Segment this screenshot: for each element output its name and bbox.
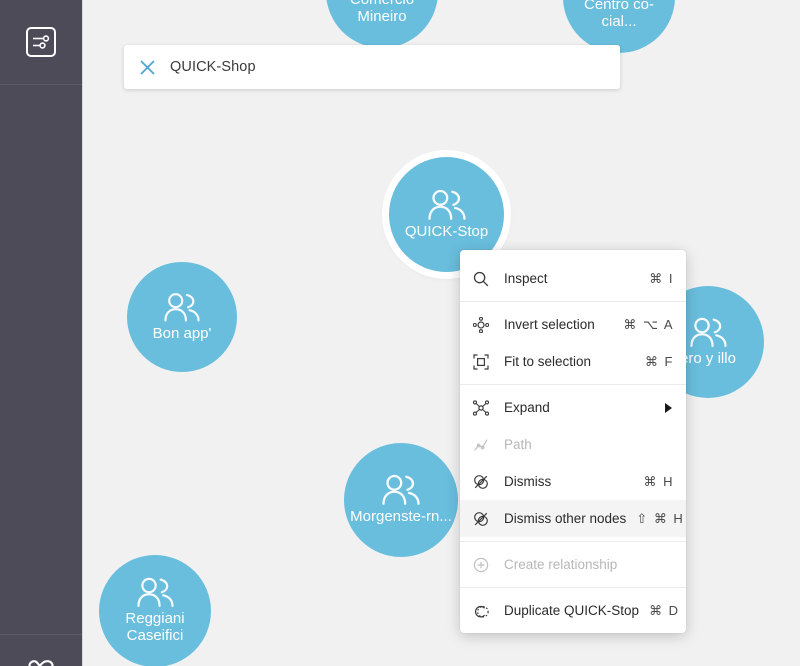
menu-item-label: Dismiss [504,474,552,489]
menu-item-create-relationship: Create relationship [460,546,686,583]
sidebar-divider-bottom [0,634,82,635]
people-icon [136,577,174,608]
graph-canvas[interactable]: Comércio Mineiro Centro co-cial... QUICK-S… [83,0,800,666]
search-clear-button[interactable] [124,45,170,89]
menu-item-expand[interactable]: Expand [460,389,686,426]
people-icon [382,474,420,505]
menu-item-label: Fit to selection [504,354,592,369]
infinity-icon [28,660,54,666]
menu-item-shortcut: ⌘ I [649,270,674,286]
graph-node-label: Morgenste-rn... [350,508,452,526]
menu-group: Expand Path Dismiss ⌘ H Dismiss other nodes ⇧… [460,385,686,541]
menu-item-fit-to-selection[interactable]: Fit to selection ⌘ F [460,343,686,380]
path-icon [473,437,495,453]
expand-graph-icon [473,399,495,416]
menu-item-invert-selection[interactable]: Invert selection ⌘ ⌥ A [460,306,686,343]
fit-to-selection-icon [473,353,495,370]
graph-explorer-app: Comércio Mineiro Centro co-cial... QUICK-S… [0,0,800,666]
menu-item-label: Invert selection [504,317,595,332]
menu-item-shortcut: ⇧ ⌘ H [636,510,685,526]
search-input[interactable] [170,59,620,75]
menu-item-inspect[interactable]: Inspect ⌘ I [460,260,686,297]
menu-item-shortcut: ⌘ H [643,473,674,489]
graph-node-comercio-mineiro[interactable]: Comércio Mineiro [326,0,438,48]
menu-item-label: Expand [504,400,550,415]
menu-item-label: Path [504,437,532,452]
sidebar-divider-top [0,84,82,85]
people-icon [427,189,466,220]
menu-item-label: Duplicate QUICK-Stop [504,603,640,618]
menu-group: Invert selection ⌘ ⌥ A Fit to selection ⌘ F [460,302,686,384]
menu-item-dismiss-other-nodes[interactable]: Dismiss other nodes ⇧ ⌘ H [460,500,686,537]
graph-node-label: Comércio Mineiro [350,0,414,25]
menu-item-label: Inspect [504,271,548,286]
plus-circle-icon [473,557,495,573]
menu-group: Inspect ⌘ I [460,256,686,301]
menu-item-duplicate[interactable]: Duplicate QUICK-Stop ⌘ D [460,592,686,629]
dismiss-other-icon [473,511,495,527]
graph-node-bon-app[interactable]: Bon app' [127,262,237,372]
people-icon [164,292,200,322]
search-bar [124,45,620,89]
graph-node-morgenstern[interactable]: Morgenste-rn... [344,443,458,557]
graph-node-label: Reggiani Caseifici [125,610,185,644]
menu-item-dismiss[interactable]: Dismiss ⌘ H [460,463,686,500]
left-sidebar [0,0,82,666]
sidebar-item-relationships[interactable] [21,646,61,666]
menu-item-shortcut: ⌘ ⌥ A [623,316,674,332]
search-icon [473,271,495,287]
dismiss-icon [473,474,495,490]
graph-node-reggiani-caseifici[interactable]: Reggiani Caseifici [99,555,211,666]
menu-group: Duplicate QUICK-Stop ⌘ D [460,588,686,633]
sidebar-item-filters[interactable] [21,22,61,62]
graph-node-label: QUICK-Stop [404,222,489,240]
node-context-menu[interactable]: Inspect ⌘ I Invert selection ⌘ ⌥ A Fit to se… [460,250,686,633]
graph-node-label: Centro co-cial... [583,0,655,30]
sliders-icon [26,27,56,57]
people-icon [689,317,727,347]
menu-item-label: Create relationship [504,557,618,572]
menu-item-path: Path [460,426,686,463]
invert-selection-icon [473,316,495,333]
menu-item-shortcut: ⌘ D [649,602,680,618]
menu-item-shortcut: ⌘ F [644,353,674,369]
menu-item-label: Dismiss other nodes [504,511,627,526]
menu-group: Create relationship [460,542,686,587]
chevron-right-icon [665,402,672,413]
duplicate-icon [473,603,495,619]
graph-node-label: Bon app' [152,324,212,342]
sidebar-edge-divider [82,0,83,666]
close-x-icon [139,59,155,75]
